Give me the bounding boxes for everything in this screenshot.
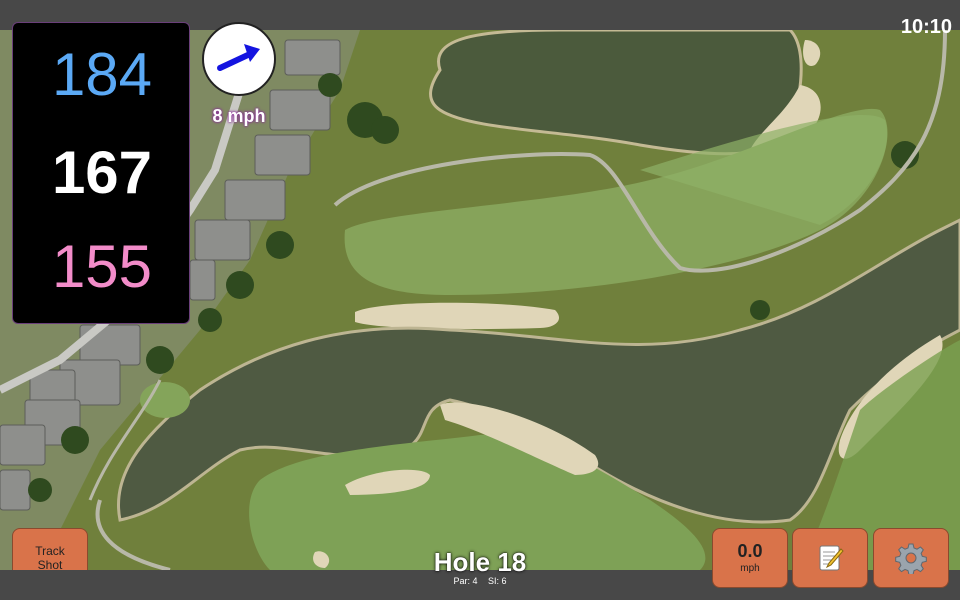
hole-par: Par: 4 xyxy=(453,576,478,586)
back-distance: 184 xyxy=(51,41,153,108)
notes-button[interactable] xyxy=(792,528,868,588)
settings-button[interactable] xyxy=(873,528,949,588)
middle-distance: 167 xyxy=(51,139,153,206)
wind-indicator xyxy=(202,22,276,96)
hole-stroke-index: SI: 6 xyxy=(488,576,507,586)
clock: 10:10 xyxy=(900,16,952,38)
hole-info: Hole 18 Par: 4 SI: 6 xyxy=(380,548,580,587)
wind-speed-label: 8 mph xyxy=(212,106,266,126)
speed-value: 0.0 xyxy=(737,541,763,561)
front-distance: 155 xyxy=(51,233,153,300)
notes-icon xyxy=(819,545,844,571)
distance-panel: 184 167 155 xyxy=(12,22,190,324)
hole-details: Par: 4 SI: 6 xyxy=(380,576,580,587)
speed-unit: mph xyxy=(740,563,760,574)
gear-icon xyxy=(895,543,927,574)
track-shot-label-line1: Track xyxy=(35,544,65,558)
hole-title: Hole 18 xyxy=(433,547,527,577)
wind-arrow-icon xyxy=(217,44,260,71)
speed-button[interactable]: 0.0 mph xyxy=(712,528,788,588)
